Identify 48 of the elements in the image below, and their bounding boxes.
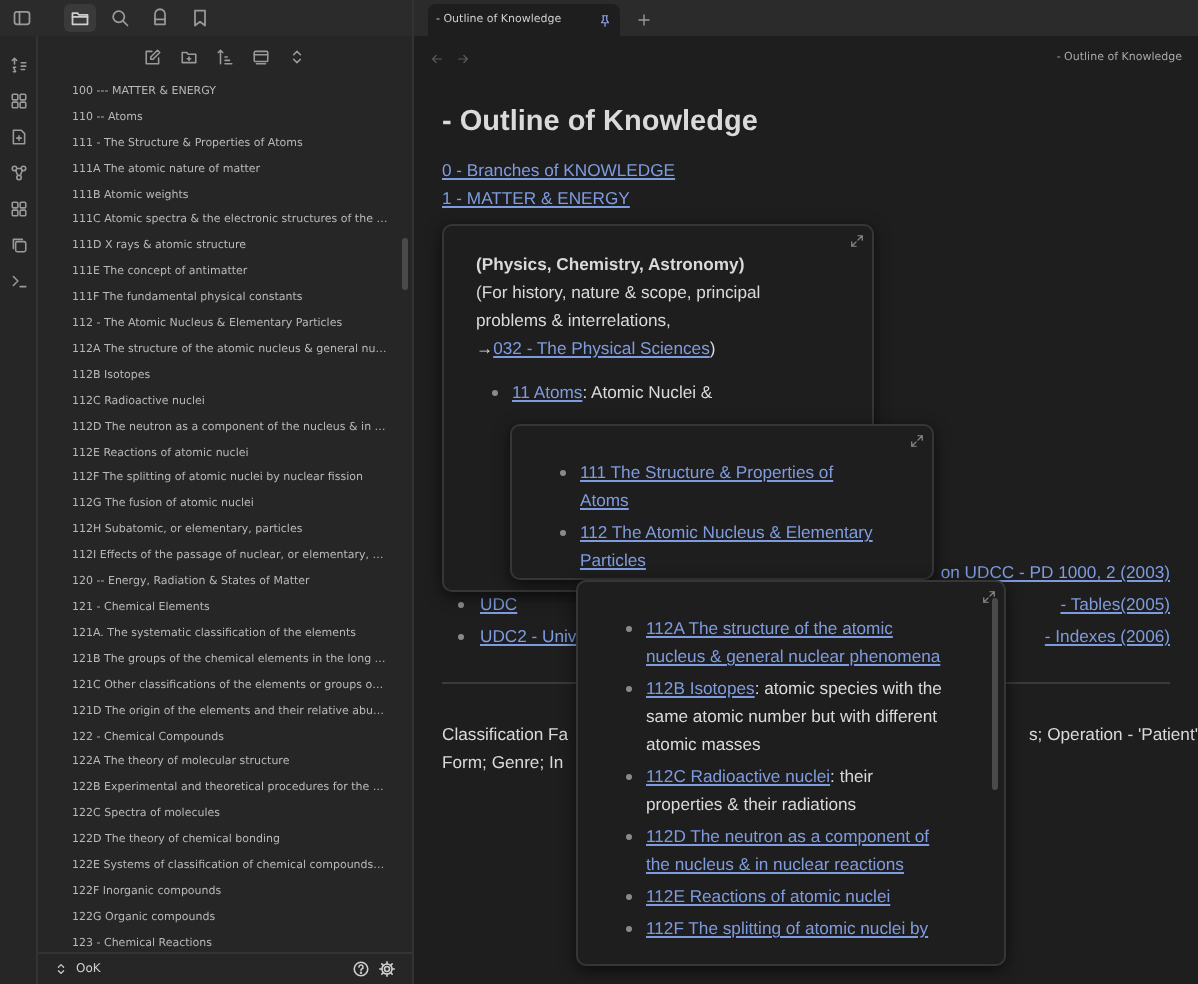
link[interactable]: 1 - MATTER & ENERGY: [442, 188, 630, 208]
link[interactable]: 112E Reactions of atomic nuclei: [646, 882, 891, 910]
text-line: Form; Genre; In: [442, 750, 564, 776]
bullet-icon: [458, 633, 464, 639]
text-line: Classification Fa: [442, 722, 569, 748]
link[interactable]: 112C Radioactive nuclei: [646, 766, 831, 786]
link[interactable]: on UDCC - PD 1000, 2 (2003): [940, 558, 1170, 586]
link[interactable]: 112B Isotopes: [646, 678, 755, 698]
link[interactable]: - Indexes (2006): [1044, 622, 1170, 650]
paragraph: (For history, nature & scope, principal problems & interrelations, →032 - The Physical Sciences): [476, 280, 763, 362]
link[interactable]: 112 The Atomic Nucleus & Elementary Particles: [580, 518, 880, 574]
expand-icon[interactable]: [910, 434, 924, 448]
bullet-icon: [560, 529, 566, 535]
link[interactable]: 111 The Structure & Properties of Atoms: [580, 458, 880, 514]
bullet-icon: [626, 893, 632, 899]
help-icon[interactable]: [352, 960, 370, 978]
scrollbar[interactable]: [402, 237, 408, 290]
expand-icon[interactable]: [982, 590, 996, 604]
scrollbar[interactable]: [992, 598, 998, 790]
list-item: 112B Isotopes: atomic species with the same atomic number but with different atomic masses: [646, 676, 944, 758]
bullet-icon: [626, 925, 632, 931]
bullet-icon: [626, 773, 632, 779]
link[interactable]: 112A The structure of the atomic nucleus & general nuclear phenomena: [646, 614, 952, 670]
bullet-icon: [458, 601, 464, 607]
bullet-icon: [626, 685, 632, 691]
link[interactable]: 11 Atoms: [512, 382, 583, 402]
bullet-icon: [626, 833, 632, 839]
link[interactable]: 0 - Branches of KNOWLEDGE: [442, 160, 676, 180]
link[interactable]: 112F The splitting of atomic nuclei by: [646, 914, 929, 942]
chevron-icon[interactable]: [54, 962, 68, 976]
link[interactable]: UDC2 - Univ: [480, 622, 577, 650]
list-item: 112C Radioactive nuclei: their properties & their radiations: [646, 764, 876, 818]
settings-icon[interactable]: [378, 960, 396, 978]
bullet-icon: [626, 625, 632, 631]
expand-icon[interactable]: [850, 234, 864, 248]
note-title: - Outline of Knowledge: [442, 108, 760, 136]
pin-icon[interactable]: [598, 13, 612, 27]
bullet-icon: [560, 469, 566, 475]
folder-icon[interactable]: [64, 3, 96, 32]
link[interactable]: 112D The neutron as a component of the nucleus & in nuclear reactions: [646, 822, 952, 878]
link[interactable]: 032 - The Physical Sciences: [493, 338, 710, 358]
list-item: 11 Atoms: Atomic Nuclei &: [512, 380, 713, 406]
text-line: s; Operation - 'Patient': [1029, 722, 1198, 748]
bullet-icon: [492, 389, 498, 395]
link[interactable]: UDC: [480, 590, 518, 618]
plus-icon[interactable]: [636, 12, 652, 28]
popover-heading: (Physics, Chemistry, Astronomy): [476, 252, 747, 278]
link[interactable]: - Tables(2005): [1060, 590, 1170, 618]
